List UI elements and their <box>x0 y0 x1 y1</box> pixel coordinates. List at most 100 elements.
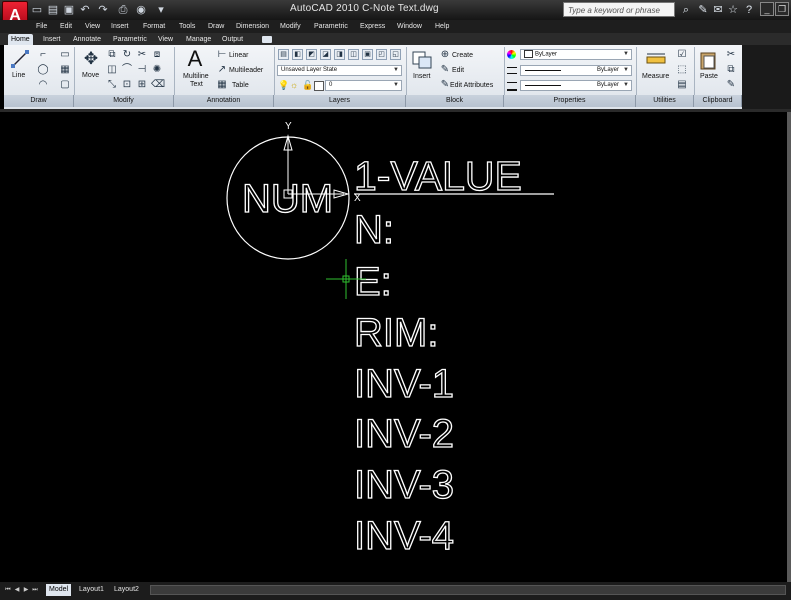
tab-home[interactable]: Home <box>8 34 33 45</box>
drawing-canvas[interactable]: Y X NUM 1-VALUE N: E: RIM: INV-1 INV-2 I… <box>4 112 787 582</box>
layer-walk-icon[interactable]: ◰ <box>376 49 387 60</box>
print-icon[interactable]: ⎙ <box>116 3 130 17</box>
move-button-label[interactable]: Move <box>82 72 99 80</box>
previous-layout-icon[interactable]: ◀ <box>13 585 21 595</box>
paste-label[interactable]: Paste <box>700 73 718 81</box>
table-icon[interactable]: ▦ <box>216 79 228 91</box>
tab-insert[interactable]: Insert <box>40 34 64 45</box>
linear-dimension-icon[interactable]: ⊢ <box>216 49 228 61</box>
quick-select-icon[interactable]: ☑ <box>676 49 688 61</box>
tab-annotate[interactable]: Annotate <box>70 34 104 45</box>
polyline-icon[interactable]: ⌐ <box>37 49 49 61</box>
horizontal-scrollbar[interactable] <box>150 585 786 595</box>
layer-off-icon[interactable]: ◨ <box>334 49 345 60</box>
multileader-label[interactable]: Multileader <box>229 67 263 75</box>
tab-layout1[interactable]: Layout1 <box>76 584 107 596</box>
menu-help[interactable]: Help <box>435 21 449 32</box>
tab-model[interactable]: Model <box>46 584 72 596</box>
trim-icon[interactable]: ✂ <box>136 49 148 61</box>
menu-window[interactable]: Window <box>397 21 422 32</box>
rectangle-icon[interactable]: ▭ <box>59 49 71 61</box>
tab-output[interactable]: Output <box>219 34 246 45</box>
menu-edit[interactable]: Edit <box>60 21 72 32</box>
edit-attributes-label[interactable]: Edit Attributes <box>450 82 493 90</box>
paste-icon[interactable] <box>700 50 716 70</box>
stretch-icon[interactable]: ⤡ <box>106 79 118 91</box>
move-icon[interactable]: ✥ <box>82 50 100 68</box>
menu-express[interactable]: Express <box>360 21 385 32</box>
layer-freeze-icon[interactable]: ◫ <box>348 49 359 60</box>
create-block-icon[interactable]: ⊕ <box>439 49 451 61</box>
save-icon[interactable]: ▤ <box>46 3 60 17</box>
edit-block-icon[interactable]: ✎ <box>439 64 451 76</box>
favorites-star-icon[interactable]: ☆ <box>727 3 739 17</box>
tab-parametric[interactable]: Parametric <box>110 34 150 45</box>
insert-block-icon[interactable] <box>411 50 433 70</box>
color-wheel-icon[interactable] <box>507 50 516 59</box>
select-all-icon[interactable]: ⬚ <box>676 64 688 76</box>
tab-layout2[interactable]: Layout2 <box>111 584 142 596</box>
scale-icon[interactable]: ⊡ <box>121 79 133 91</box>
offset-icon[interactable]: ⧈ <box>151 49 163 61</box>
help-icon[interactable]: ? <box>743 3 755 17</box>
open-icon[interactable]: ▭ <box>30 3 44 17</box>
insert-label[interactable]: Insert <box>413 73 431 81</box>
layer-match-icon[interactable]: ◩ <box>306 49 317 60</box>
first-layout-icon[interactable]: ⏮ <box>4 585 12 595</box>
panel-title-clipboard[interactable]: Clipboard <box>694 95 742 107</box>
measure-icon[interactable] <box>646 52 666 66</box>
hatch-icon[interactable]: ▦ <box>59 64 71 76</box>
tab-view[interactable]: View <box>155 34 176 45</box>
circle-icon[interactable]: ◯ <box>37 64 49 76</box>
panel-title-modify[interactable]: Modify <box>74 95 174 107</box>
match-properties-icon[interactable]: ✎ <box>725 79 737 91</box>
layer-state-dropdown[interactable]: Unsaved Layer State ▼ <box>277 65 402 76</box>
copy-clip-icon[interactable]: ⧉ <box>725 64 737 76</box>
customize-quick-access-icon[interactable]: ▾ <box>154 3 168 17</box>
panel-title-properties[interactable]: Properties <box>504 95 636 107</box>
restore-button[interactable]: ❐ <box>775 2 789 16</box>
menu-parametric[interactable]: Parametric <box>314 21 348 32</box>
menu-tools[interactable]: Tools <box>179 21 195 32</box>
multiline-text-label-2[interactable]: Text <box>190 81 203 89</box>
explode-icon[interactable]: ✺ <box>151 64 163 76</box>
calculator-icon[interactable]: ▤ <box>676 79 688 91</box>
panel-title-block[interactable]: Block <box>406 95 504 107</box>
undo-icon[interactable]: ↶ <box>78 3 92 17</box>
linetype-dropdown[interactable]: ByLayer ▼ <box>520 65 632 76</box>
edit-label[interactable]: Edit <box>452 67 464 75</box>
communication-center-icon[interactable]: ✎ <box>697 3 709 17</box>
tab-manage[interactable]: Manage <box>183 34 214 45</box>
next-layout-icon[interactable]: ▶ <box>22 585 30 595</box>
layer-on-icon[interactable]: 💡 <box>278 80 289 91</box>
minimize-ribbon-icon[interactable] <box>262 36 272 43</box>
layer-previous-icon[interactable]: ◧ <box>292 49 303 60</box>
linear-label[interactable]: Linear <box>229 52 248 60</box>
lineweight-dropdown[interactable]: ByLayer ▼ <box>520 80 632 91</box>
cut-icon[interactable]: ✂ <box>725 49 737 61</box>
table-label[interactable]: Table <box>232 82 249 90</box>
search-input[interactable]: Type a keyword or phrase <box>563 2 675 17</box>
fillet-icon[interactable]: ⌒ <box>121 64 133 76</box>
color-dropdown[interactable]: ByLayer ▼ <box>520 49 632 60</box>
erase-icon[interactable]: ⌫ <box>151 79 165 91</box>
layer-thaw-icon[interactable]: ☼ <box>290 80 298 90</box>
create-label[interactable]: Create <box>452 52 473 60</box>
minimize-button[interactable]: _ <box>760 2 774 16</box>
arc-icon[interactable]: ◠ <box>37 79 49 91</box>
multileader-icon[interactable]: ↗ <box>216 64 228 76</box>
panel-title-draw[interactable]: Draw <box>4 95 74 107</box>
multiline-text-icon[interactable]: A <box>185 48 205 70</box>
layer-dropdown[interactable]: 0 ▼ <box>325 80 402 91</box>
array-icon[interactable]: ⊞ <box>136 79 148 91</box>
layer-properties-icon[interactable]: ▤ <box>278 49 289 60</box>
panel-title-annotation[interactable]: Annotation <box>174 95 274 107</box>
layer-unlock-icon[interactable]: 🔓 <box>302 80 313 91</box>
menu-insert[interactable]: Insert <box>111 21 129 32</box>
mirror-icon[interactable]: ◫ <box>106 64 118 76</box>
line-icon[interactable] <box>10 50 30 68</box>
rotate-icon[interactable]: ↻ <box>121 49 133 61</box>
menu-view[interactable]: View <box>85 21 100 32</box>
layer-merge-icon[interactable]: ◱ <box>390 49 401 60</box>
search-icon[interactable]: ⌕ <box>680 3 692 17</box>
